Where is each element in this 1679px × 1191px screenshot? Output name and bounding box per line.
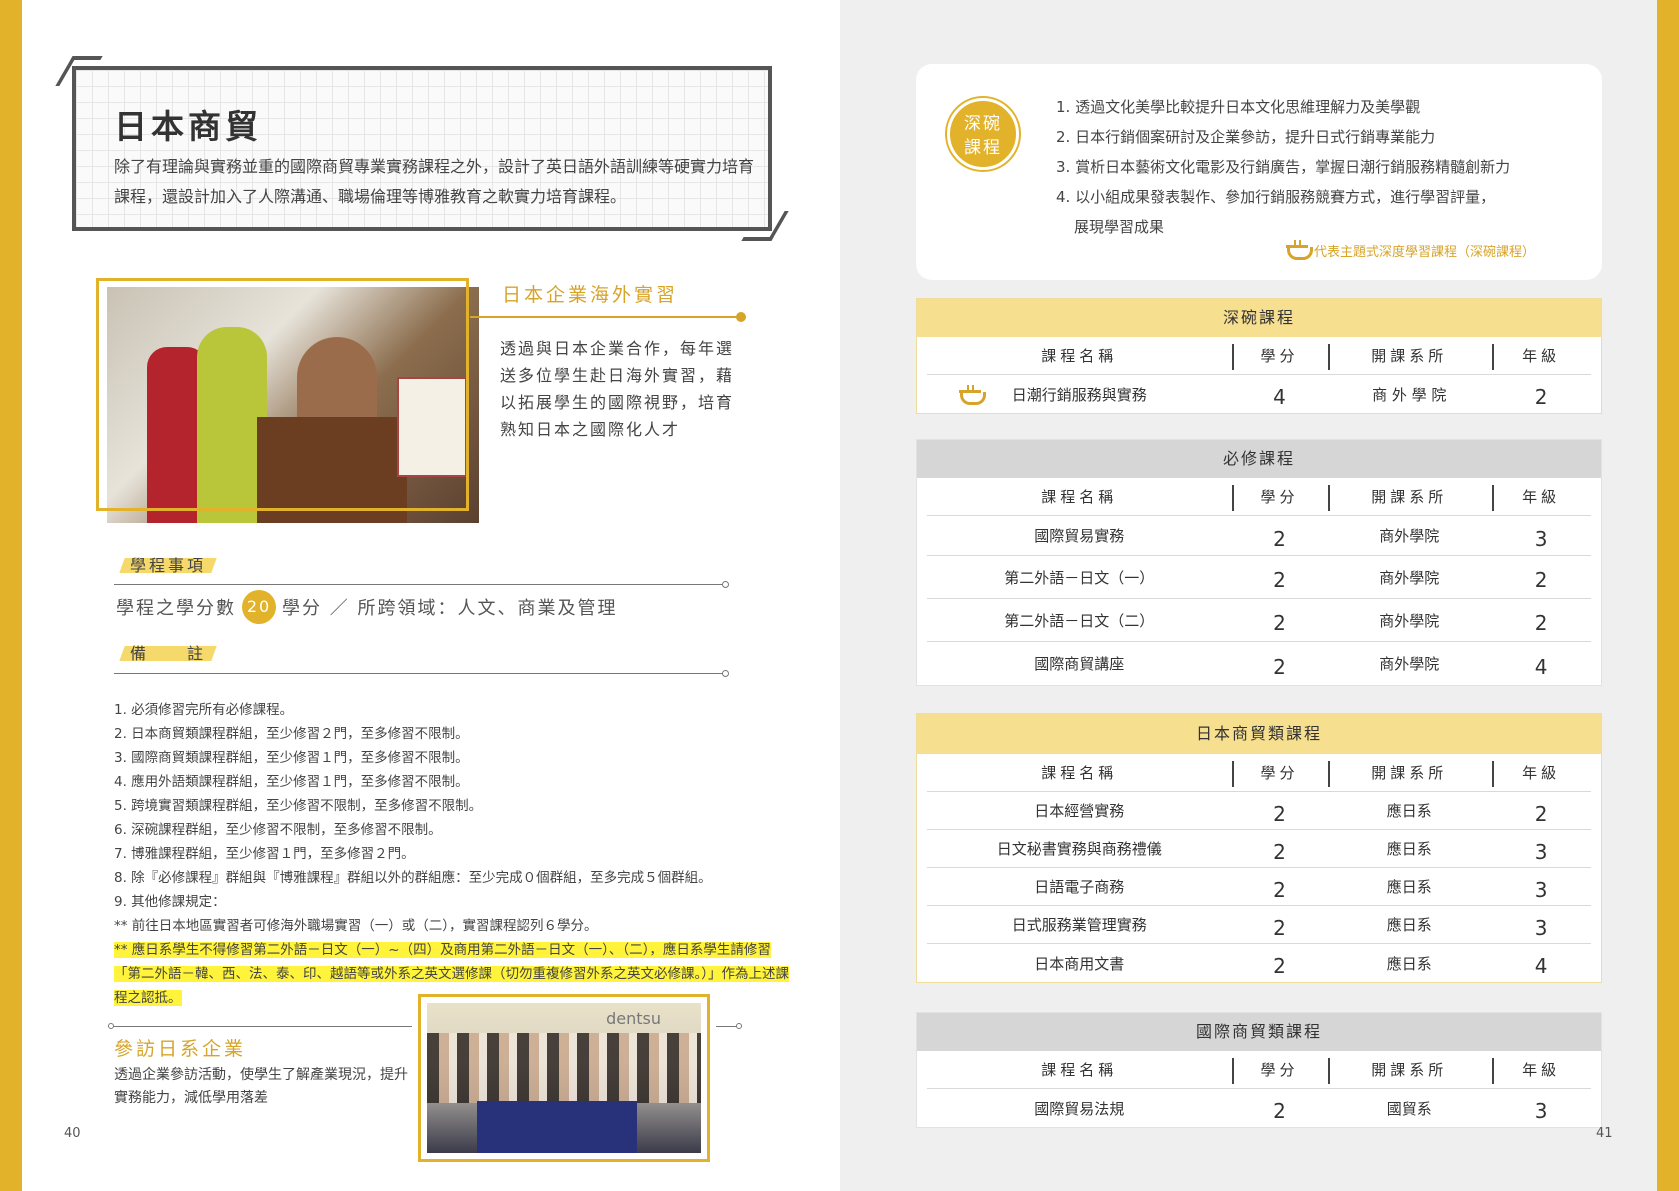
page-number-right: 41 <box>1596 1126 1613 1141</box>
table-row: 日文秘書實務與商務禮儀 2 應日系 3 <box>927 830 1591 868</box>
table-row: 日式服務業管理實務 2 應日系 3 <box>927 906 1591 944</box>
deep-goal-item: 1. 透過文化美學比較提升日本文化思維理解力及美學觀 <box>1056 98 1421 116</box>
page-number-left: 40 <box>64 1126 81 1141</box>
left-edge-bar <box>0 0 22 1191</box>
visit-line-right <box>716 1026 738 1027</box>
notes-tag: 備 註 <box>116 640 220 664</box>
deep-legend-text: 代表主題式深度學習課程（深碗課程） <box>1314 244 1536 260</box>
note-item: 6. 深碗課程群組，至少修習不限制，至多修習不限制。 <box>114 822 442 838</box>
notes-rule <box>114 673 724 674</box>
note-item: ** 前往日本地區實習者可修海外職場實習（一）或（二），實習課程認列６學分。 <box>114 918 598 934</box>
notes-rule-end <box>722 670 729 677</box>
page-title: 日本商貿 <box>114 107 262 146</box>
table-row: 日語電子商務 2 應日系 3 <box>927 868 1591 906</box>
table-international-trade-courses: 國際商貿類課程 課程名稱 學分 開課系所 年級 國際貿易法規 2 國貿系 3 <box>916 1012 1602 1128</box>
deep-legend: 代表主題式深度學習課程（深碗課程） <box>1286 240 1535 260</box>
visit-line-dot-left <box>108 1023 114 1029</box>
table-row: 國際商貿講座 2 商外學院 4 <box>1034 654 1548 679</box>
note-item: 1. 必須修習完所有必修課程。 <box>114 702 294 718</box>
table-row: 日潮行銷服務與實務 4 商 外 學 院 2 <box>927 375 1591 413</box>
credits-line: 學程之學分數 20 學分 ／ 所跨領域：人文、商業及管理 <box>116 590 617 624</box>
table-row: 國際貿易實務 2 商外學院 3 <box>927 516 1591 556</box>
right-edge-bar <box>1657 0 1679 1191</box>
credits-number-badge: 20 <box>242 590 276 624</box>
table-deep-courses: 深碗課程 課程名稱 學分 開課系所 年級 日潮行銷服務與實務 4 商 外 學 院… <box>916 298 1602 414</box>
visit-photo: dentsu <box>418 994 710 1162</box>
internship-text: 透過與日本企業合作，每年選送多位學生赴日海外實習，藉以拓展學生的國際視野，培育熟… <box>500 339 735 439</box>
credits-suffix: 學分 ／ 所跨領域：人文、商業及管理 <box>282 598 618 619</box>
table-row: 國際貿易法規 2 國貿系 3 <box>1034 1099 1548 1123</box>
deep-course-badge: 深碗 課程 <box>947 98 1019 170</box>
visit-text: 透過企業參訪活動，使學生了解產業現況，提升實務能力，減低學用落差 <box>114 1067 408 1106</box>
deep-goal-continuation: 展現學習成果 <box>1074 218 1165 236</box>
table-japan-trade-courses: 日本商貿類課程 課程名稱 學分 開課系所 年級 日本經營實務 2 應日系 2 日… <box>916 713 1602 983</box>
photo-brand-text: dentsu <box>606 1009 661 1028</box>
title-box: 日本商貿 除了有理論與實務並重的國際商貿專業實務課程之外，設計了英日語外語訓練等… <box>55 56 789 241</box>
credits-prefix: 學程之學分數 <box>116 598 236 619</box>
table-row: 第二外語－日文（一） 2 商外學院 2 <box>927 556 1591 599</box>
note-item: 3. 國際商貿類課程群組，至少修習１門，至多修習不限制。 <box>114 750 469 766</box>
deep-goal-item: 2. 日本行銷個案研討及企業參訪，提升日式行銷專業能力 <box>1056 128 1436 146</box>
program-rule <box>114 584 724 585</box>
intro-text: 除了有理論與實務並重的國際商貿專業實務課程之外，設計了英日語外語訓練等硬實力培育… <box>114 157 755 206</box>
program-tag: 學程事項 <box>116 552 220 576</box>
table-title: 日本商貿類課程 <box>917 714 1601 754</box>
notes-list: 1. 必須修習完所有必修課程。 2. 日本商貿類課程群組，至少修習２門，至多修習… <box>114 698 794 1010</box>
table-header-row: 課程名稱 學分 開課系所 年級 <box>927 337 1591 375</box>
table-title: 深碗課程 <box>917 299 1601 337</box>
deep-goal-item: 4. 以小組成果發表製作、參加行銷服務競賽方式，進行學習評量， <box>1056 188 1496 206</box>
table-row: 第二外語－日文（二） 2 商外學院 2 <box>927 599 1591 642</box>
deep-goals-list: 1. 透過文化美學比較提升日本文化思維理解力及美學觀 2. 日本行銷個案研討及企… <box>1056 92 1586 242</box>
table-header-row: 課程名稱 學分 開課系所 年級 <box>927 478 1591 516</box>
table-required-courses: 必修課程 課程名稱 學分 開課系所 年級 國際貿易實務 2 商外學院 3 第二外… <box>916 439 1602 686</box>
table-row: 日本經營實務 2 應日系 2 <box>927 792 1591 830</box>
table-header-row: 課程名稱 學分 開課系所 年級 <box>927 1051 1591 1089</box>
internship-photo-frame <box>96 278 469 511</box>
note-item: 2. 日本商貿類課程群組，至少修習２門，至多修習不限制。 <box>114 726 469 742</box>
note-item: 4. 應用外語類課程群組，至少修習１門，至多修習不限制。 <box>114 774 469 790</box>
table-header-row: 課程名稱 學分 開課系所 年級 <box>927 754 1591 792</box>
internship-heading: 日本企業海外實習 <box>502 284 679 306</box>
program-rule-end <box>722 581 729 588</box>
table-title: 必修課程 <box>917 440 1601 478</box>
table-title: 國際商貿類課程 <box>917 1013 1601 1051</box>
visit-line <box>112 1026 412 1027</box>
bowl-icon <box>959 385 986 405</box>
internship-heading-line <box>470 316 740 318</box>
visit-heading: 參訪日系企業 <box>114 1038 247 1060</box>
internship-heading-dot <box>736 312 746 322</box>
note-item: 8. 除『必修課程』群組與『博雅課程』群組以外的群組應：至少完成０個群組，至多完… <box>114 870 712 886</box>
note-item: 7. 博雅課程群組，至少修習１門，至多修習２門。 <box>114 846 415 862</box>
table-row: 日本商用文書 2 應日系 4 <box>1034 954 1548 978</box>
deep-goal-item: 3. 賞析日本藝術文化電影及行銷廣告，掌握日潮行銷服務精髓創新力 <box>1056 158 1511 176</box>
visit-line-dot-right <box>736 1023 742 1029</box>
note-item: 5. 跨境實習類課程群組，至少修習不限制，至多修習不限制。 <box>114 798 483 814</box>
note-item: 9. 其他修課規定： <box>114 894 226 910</box>
bowl-icon <box>1286 240 1313 260</box>
